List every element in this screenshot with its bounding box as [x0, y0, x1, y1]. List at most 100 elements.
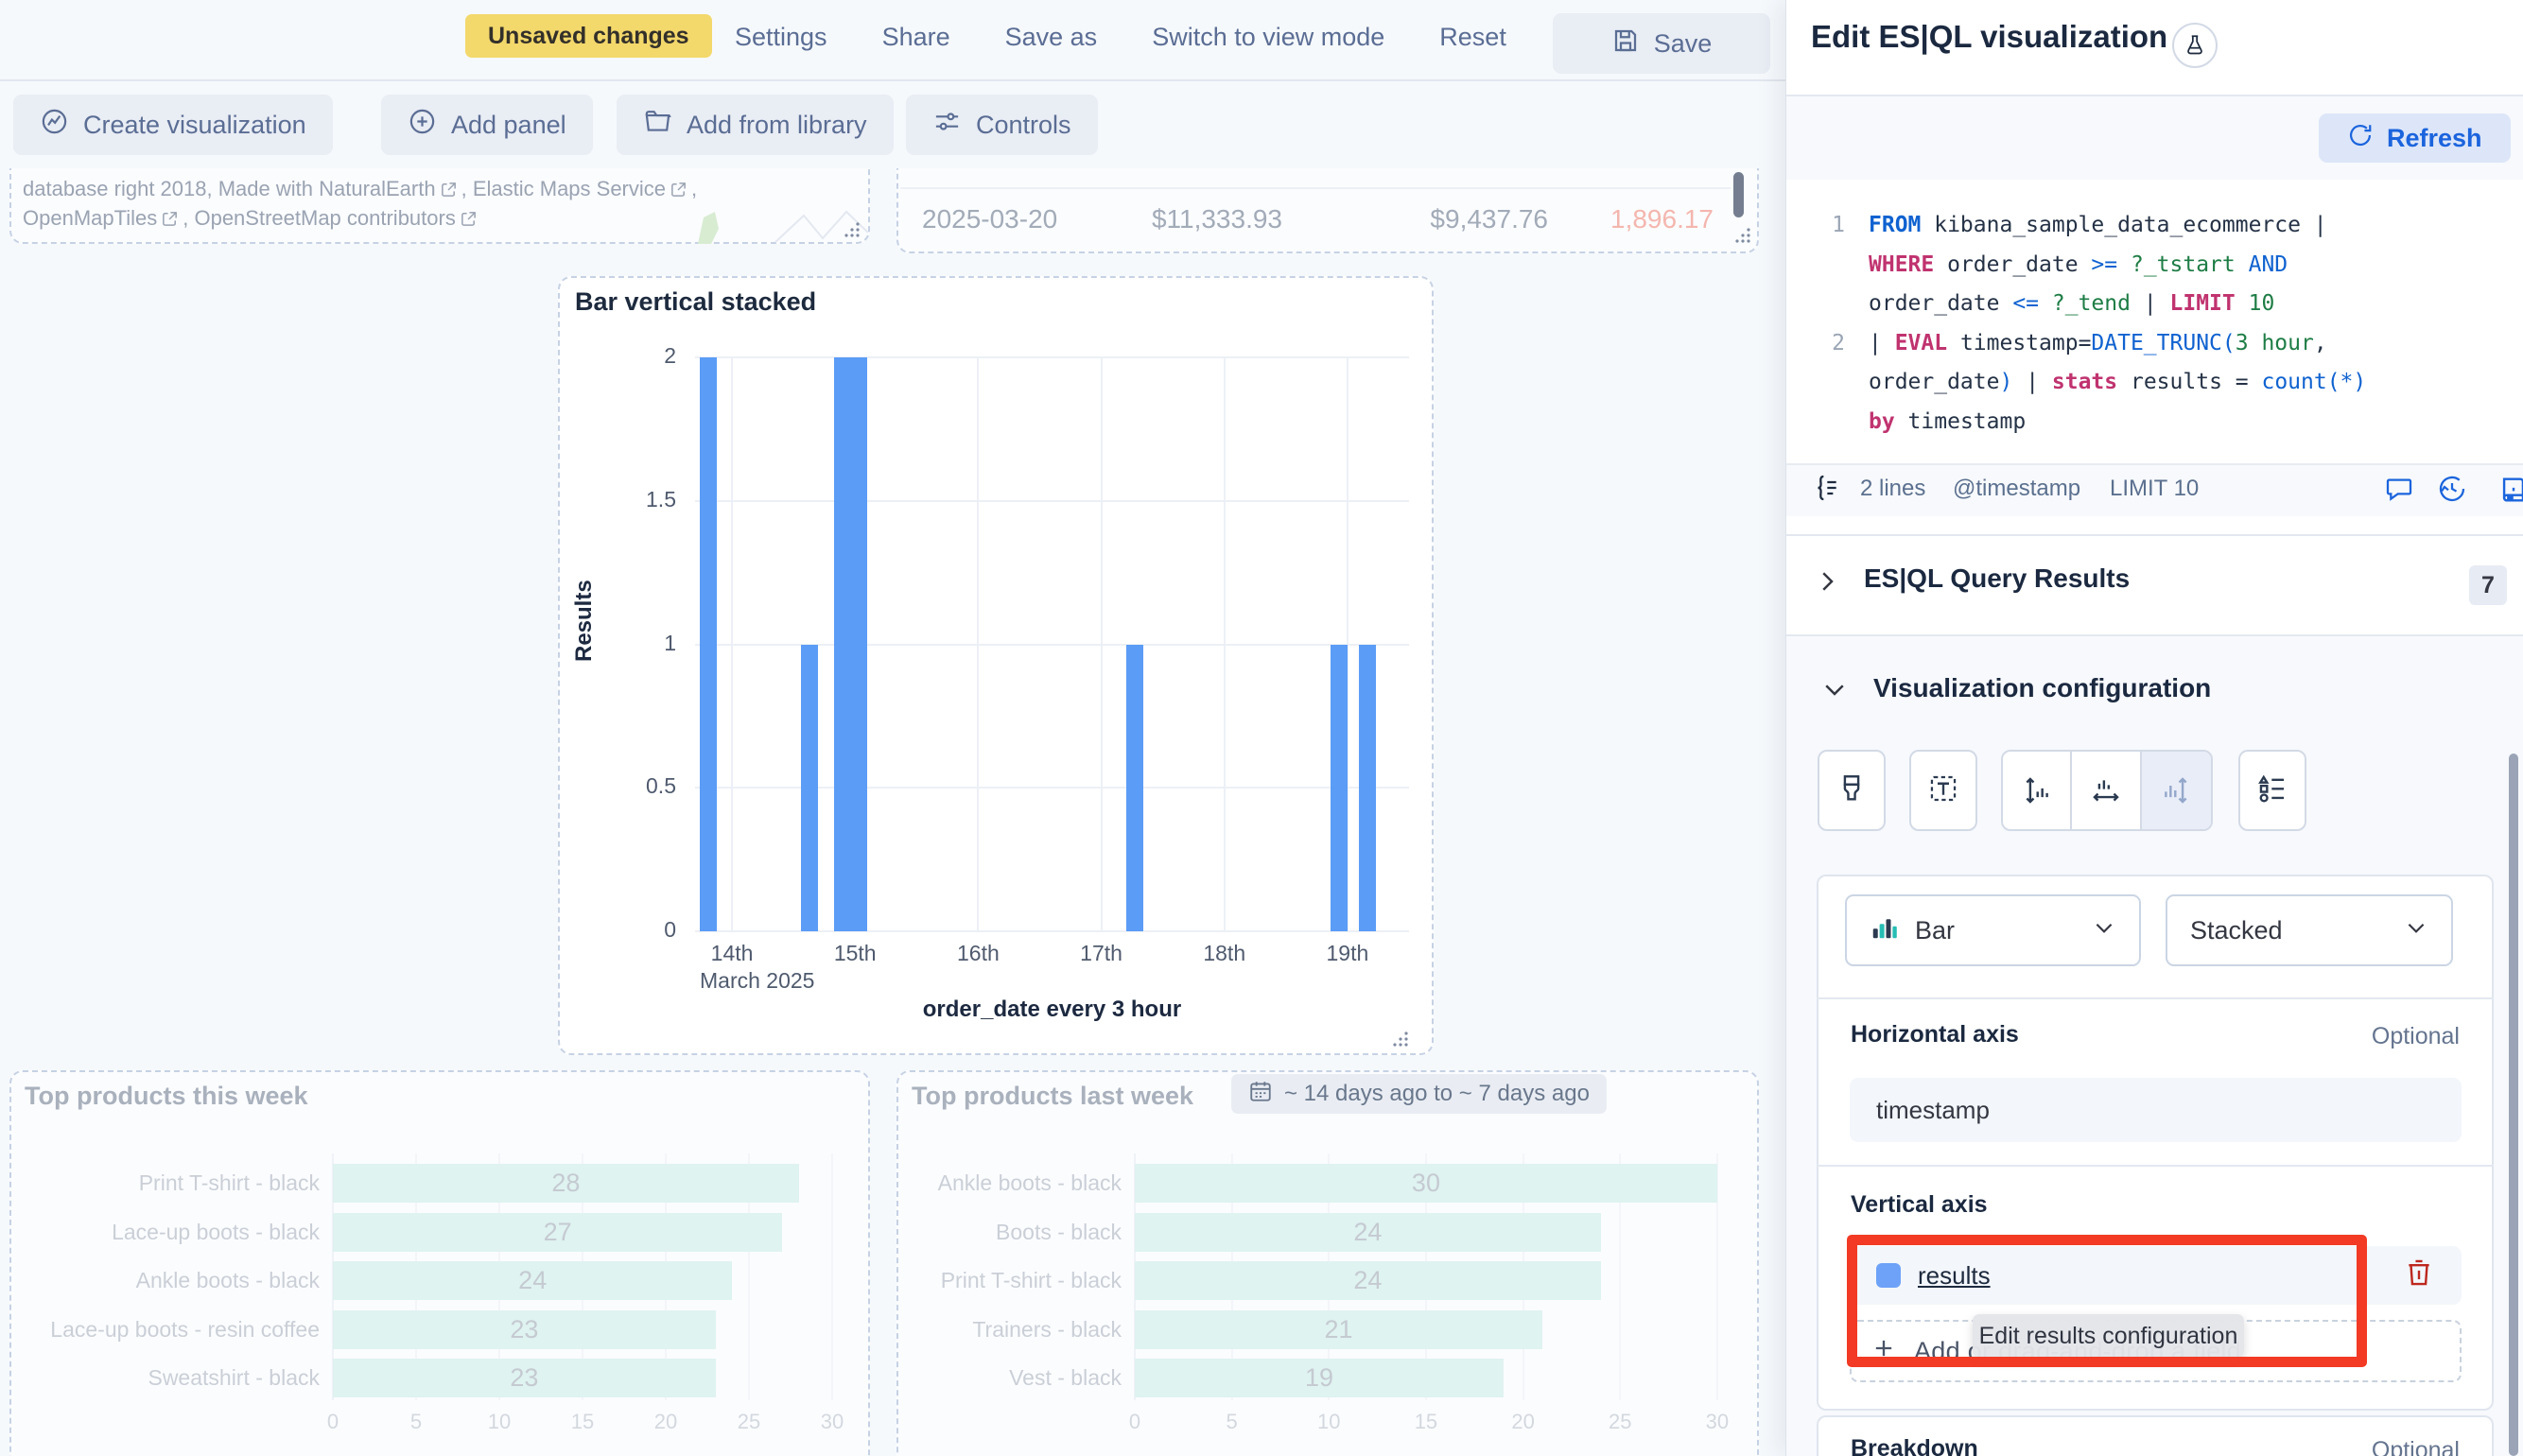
map-attribution-link[interactable]: , Elastic Maps Service: [461, 177, 666, 200]
right-axis-icon: [2160, 774, 2192, 806]
chart-type-select[interactable]: Bar: [1845, 894, 2141, 966]
x-gridline: [1224, 357, 1226, 931]
query-history-icon[interactable]: [2437, 474, 2467, 509]
bar-segment[interactable]: [801, 645, 818, 932]
code-token: results =: [2117, 370, 2261, 394]
table-resize-handle[interactable]: [1734, 227, 1751, 249]
code-token: order_date: [1869, 291, 2012, 316]
map-attribution-link[interactable]: OpenMapTiles: [23, 206, 157, 230]
editor-timestamp-field[interactable]: @timestamp: [1953, 476, 2080, 502]
left-axis-button[interactable]: [2003, 752, 2072, 829]
external-link-icon[interactable]: [666, 177, 691, 200]
x-gridline: [1101, 357, 1103, 931]
last-week-panel[interactable]: [896, 1070, 1759, 1456]
code-token: order_date: [1869, 370, 1999, 394]
table-scrollbar[interactable]: [1733, 172, 1744, 217]
code-token: AND: [2236, 252, 2288, 277]
editor-gutter: 12: [1811, 206, 1845, 442]
series-color-swatch[interactable]: [1876, 1263, 1901, 1288]
refresh-button[interactable]: Refresh: [2319, 113, 2511, 163]
chart-resize-handle[interactable]: [1392, 1031, 1409, 1052]
query-results-count-badge: 7: [2469, 565, 2507, 605]
editor-code-line[interactable]: order_date <= ?_tend | LIMIT 10: [1869, 285, 2436, 324]
code-token: ): [1999, 370, 2012, 394]
top-week-panel[interactable]: [9, 1070, 870, 1456]
vertical-axis-field-row[interactable]: results: [1850, 1246, 2462, 1305]
edit-esql-flyout: Edit ES|QL visualization Refresh 12 FROM…: [1785, 0, 2523, 1456]
map-resize-handle[interactable]: [844, 221, 861, 243]
external-link-icon[interactable]: [157, 206, 183, 230]
bottom-axis-button[interactable]: [2072, 752, 2141, 829]
x-tick-label: 15th: [798, 941, 912, 966]
bottom-axis-icon: [2090, 774, 2122, 806]
last-week-time-badge[interactable]: ~ 14 days ago to ~ 7 days ago: [1231, 1074, 1607, 1114]
editor-code-line[interactable]: WHERE order_date >= ?_tstart AND: [1869, 246, 2436, 286]
save-label: Save: [1654, 29, 1713, 59]
external-link-icon[interactable]: [456, 206, 481, 230]
create-visualization-button[interactable]: Create visualization: [13, 95, 333, 155]
x-gridline: [977, 357, 979, 931]
add-from-library-label: Add from library: [687, 111, 867, 140]
bar-segment[interactable]: [1331, 645, 1348, 932]
vertical-axis-value-link[interactable]: results: [1918, 1261, 1991, 1291]
editor-line-number: [1811, 403, 1845, 442]
share-button[interactable]: Share: [882, 23, 950, 52]
stack-mode-select[interactable]: Stacked: [2166, 894, 2453, 966]
save-button[interactable]: Save: [1553, 13, 1770, 74]
code-token: 10: [2236, 291, 2275, 316]
save-as-button[interactable]: Save as: [1005, 23, 1098, 52]
add-panel-button[interactable]: Add panel: [381, 95, 593, 155]
query-results-accordion[interactable]: ES|QL Query Results: [1864, 563, 2130, 594]
code-token: timestamp: [1895, 409, 2026, 434]
top-week-title: Top products this week: [25, 1082, 308, 1111]
external-link-icon[interactable]: [436, 177, 461, 200]
breakdown-optional: Optional: [2271, 1437, 2460, 1456]
style-brush-button[interactable]: [1818, 750, 1886, 831]
x-axis-context-label: March 2025: [700, 968, 814, 994]
bar-segment[interactable]: [1359, 645, 1376, 932]
docs-reference-icon[interactable]: [2497, 474, 2523, 511]
bar-segment[interactable]: [700, 357, 717, 931]
code-token: FROM: [1869, 213, 1921, 237]
editor-code-line[interactable]: | EVAL timestamp=DATE_TRUNC(3 hour,: [1869, 324, 2436, 364]
editor-limit[interactable]: LIMIT 10: [2110, 476, 2199, 502]
tech-preview-beaker-icon[interactable]: [2172, 23, 2218, 68]
chevron-right-icon[interactable]: [1813, 567, 1841, 600]
horizontal-axis-field[interactable]: timestamp: [1850, 1078, 2462, 1142]
chart-type-value: Bar: [1915, 916, 1955, 945]
bar-segment[interactable]: [834, 357, 851, 931]
text-labels-button[interactable]: [1909, 750, 1977, 831]
editor-code-line[interactable]: order_date) | stats results = count(*): [1869, 363, 2436, 403]
y-tick-label: 0.5: [616, 773, 676, 799]
y-axis-title: Results: [571, 624, 598, 662]
trash-icon[interactable]: [2403, 1257, 2435, 1295]
map-attribution-link[interactable]: , OpenStreetMap contributors: [183, 206, 456, 230]
switch-view-mode-button[interactable]: Switch to view mode: [1152, 23, 1384, 52]
stack-mode-value: Stacked: [2190, 916, 2283, 945]
reset-button[interactable]: Reset: [1439, 23, 1506, 52]
right-axis-button-selected[interactable]: [2142, 752, 2211, 829]
feedback-icon[interactable]: [2384, 474, 2414, 509]
editor-code-line[interactable]: by timestamp: [1869, 403, 2436, 442]
add-panel-label: Add panel: [451, 111, 566, 140]
lens-icon: [40, 107, 69, 143]
viz-config-accordion[interactable]: Visualization configuration: [1873, 673, 2211, 703]
flyout-scrollbar[interactable]: [2509, 754, 2518, 1456]
code-token: 3 hour: [2236, 331, 2314, 355]
editor-code[interactable]: FROM kibana_sample_data_ecommerce |WHERE…: [1869, 206, 2436, 442]
editor-code-line[interactable]: FROM kibana_sample_data_ecommerce |: [1869, 206, 2436, 246]
settings-button[interactable]: Settings: [735, 23, 827, 52]
x-tick-label: 19th: [1291, 941, 1404, 966]
editor-lines-count: 2 lines: [1860, 476, 1925, 502]
last-week-title: Top products last week: [912, 1082, 1193, 1111]
bar-segment[interactable]: [1126, 645, 1143, 932]
controls-button[interactable]: Controls: [906, 95, 1098, 155]
legend-button[interactable]: [2238, 750, 2306, 831]
add-from-library-button[interactable]: Add from library: [617, 95, 894, 155]
bar-segment[interactable]: [850, 357, 867, 931]
plus-icon: [1870, 1335, 1897, 1368]
chevron-down-icon[interactable]: [1820, 675, 1849, 708]
x-axis-title: order_date every 3 hour: [695, 997, 1409, 1023]
table-cell-date: 2025-03-20: [922, 204, 1057, 234]
editor-line-number: [1811, 246, 1845, 286]
